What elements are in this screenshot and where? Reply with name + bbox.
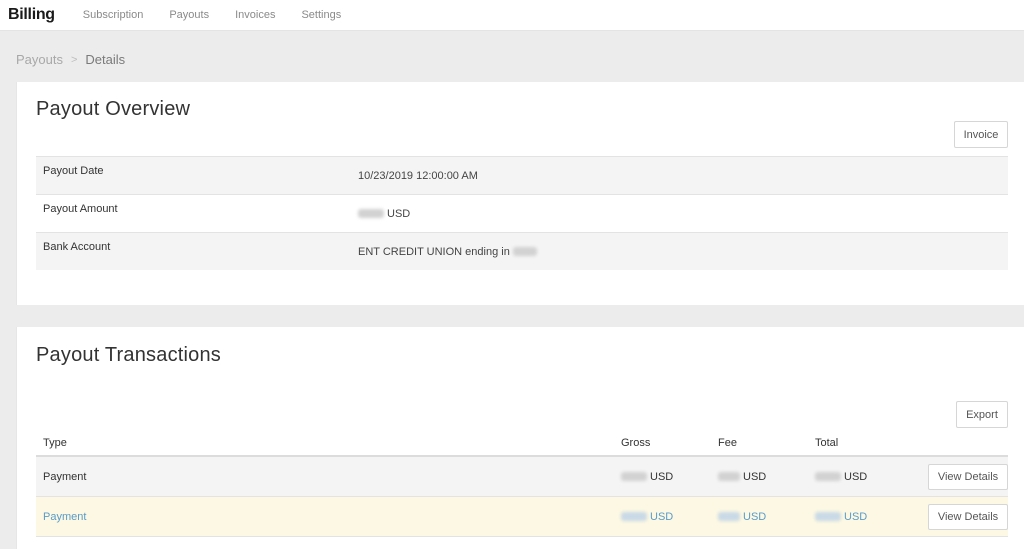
table-header: Type Gross Fee Total [36,430,1008,457]
breadcrumb-payouts-link[interactable]: Payouts [16,52,63,67]
nav-link-invoices[interactable]: Invoices [235,9,275,21]
column-header-total: Total [815,436,839,449]
view-details-button[interactable]: View Details [928,463,1008,490]
overview-label: Payout Amount [43,203,118,215]
overview-value: 10/23/2019 12:00:00 AM [358,170,478,182]
overview-label: Payout Date [43,165,104,177]
overview-row-bank: Bank Account ENT CREDIT UNION ending in [36,232,1008,270]
brand-title[interactable]: Billing [8,6,55,24]
breadcrumb-separator: > [70,53,78,66]
redacted-total [815,472,841,481]
payout-overview-card: Payout Overview Invoice Payout Date 10/2… [16,82,1024,305]
payout-overview-table: Payout Date 10/23/2019 12:00:00 AM Payou… [36,156,1008,270]
row-actions: View Details [912,503,1008,530]
breadcrumb-current: Details [85,52,126,67]
redacted-amount [358,209,384,218]
transaction-fee: USD [718,471,815,483]
fee-currency: USD [743,470,767,483]
nav-link-subscription[interactable]: Subscription [83,9,144,21]
bank-account-value: ENT CREDIT UNION ending in [358,245,510,258]
payout-date-value: 10/23/2019 12:00:00 AM [358,169,478,182]
transaction-gross: USD [621,511,718,523]
overview-value: USD [358,208,410,220]
transaction-total: USD [815,471,912,483]
breadcrumb: Payouts > Details [16,52,125,67]
column-header-type: Type [43,436,67,449]
gross-currency: USD [650,510,674,523]
overview-value: ENT CREDIT UNION ending in [358,246,540,258]
fee-currency: USD [743,510,767,523]
overview-row-amount: Payout Amount USD [36,194,1008,232]
column-header-gross: Gross [621,436,651,449]
overview-row-date: Payout Date 10/23/2019 12:00:00 AM [36,156,1008,194]
redacted-gross [621,472,647,481]
payout-overview-title: Payout Overview [36,98,191,120]
nav-link-settings[interactable]: Settings [301,9,341,21]
transaction-type: Payment [43,470,87,483]
gross-currency: USD [650,470,674,483]
row-actions: View Details [912,463,1008,490]
invoice-button[interactable]: Invoice [954,121,1008,148]
redacted-account-digits [512,247,537,256]
nav-links: Subscription Payouts Invoices Settings [83,9,367,21]
redacted-total [815,512,841,521]
transaction-gross: USD [621,471,718,483]
total-currency: USD [844,470,868,483]
nav-link-payouts[interactable]: Payouts [169,9,209,21]
payout-amount-currency: USD [387,207,411,220]
overview-label: Bank Account [43,241,111,253]
payout-transactions-card: Payout Transactions Export Type Gross Fe… [16,327,1024,549]
column-header-fee: Fee [718,436,737,449]
redacted-gross [621,512,647,521]
transaction-type[interactable]: Payment [36,511,621,523]
table-row: Payment USD USD USD View Details [36,497,1008,537]
export-button[interactable]: Export [956,401,1008,428]
transaction-total: USD [815,511,912,523]
transactions-table: Type Gross Fee Total Payment USD USD USD… [36,430,1008,537]
table-row: Payment USD USD USD View Details [36,457,1008,497]
redacted-fee [718,512,740,521]
total-currency: USD [844,510,868,523]
top-navigation: Billing Subscription Payouts Invoices Se… [0,0,1024,31]
view-details-button[interactable]: View Details [928,503,1008,530]
transaction-fee: USD [718,511,815,523]
payout-transactions-title: Payout Transactions [36,344,222,366]
redacted-fee [718,472,740,481]
